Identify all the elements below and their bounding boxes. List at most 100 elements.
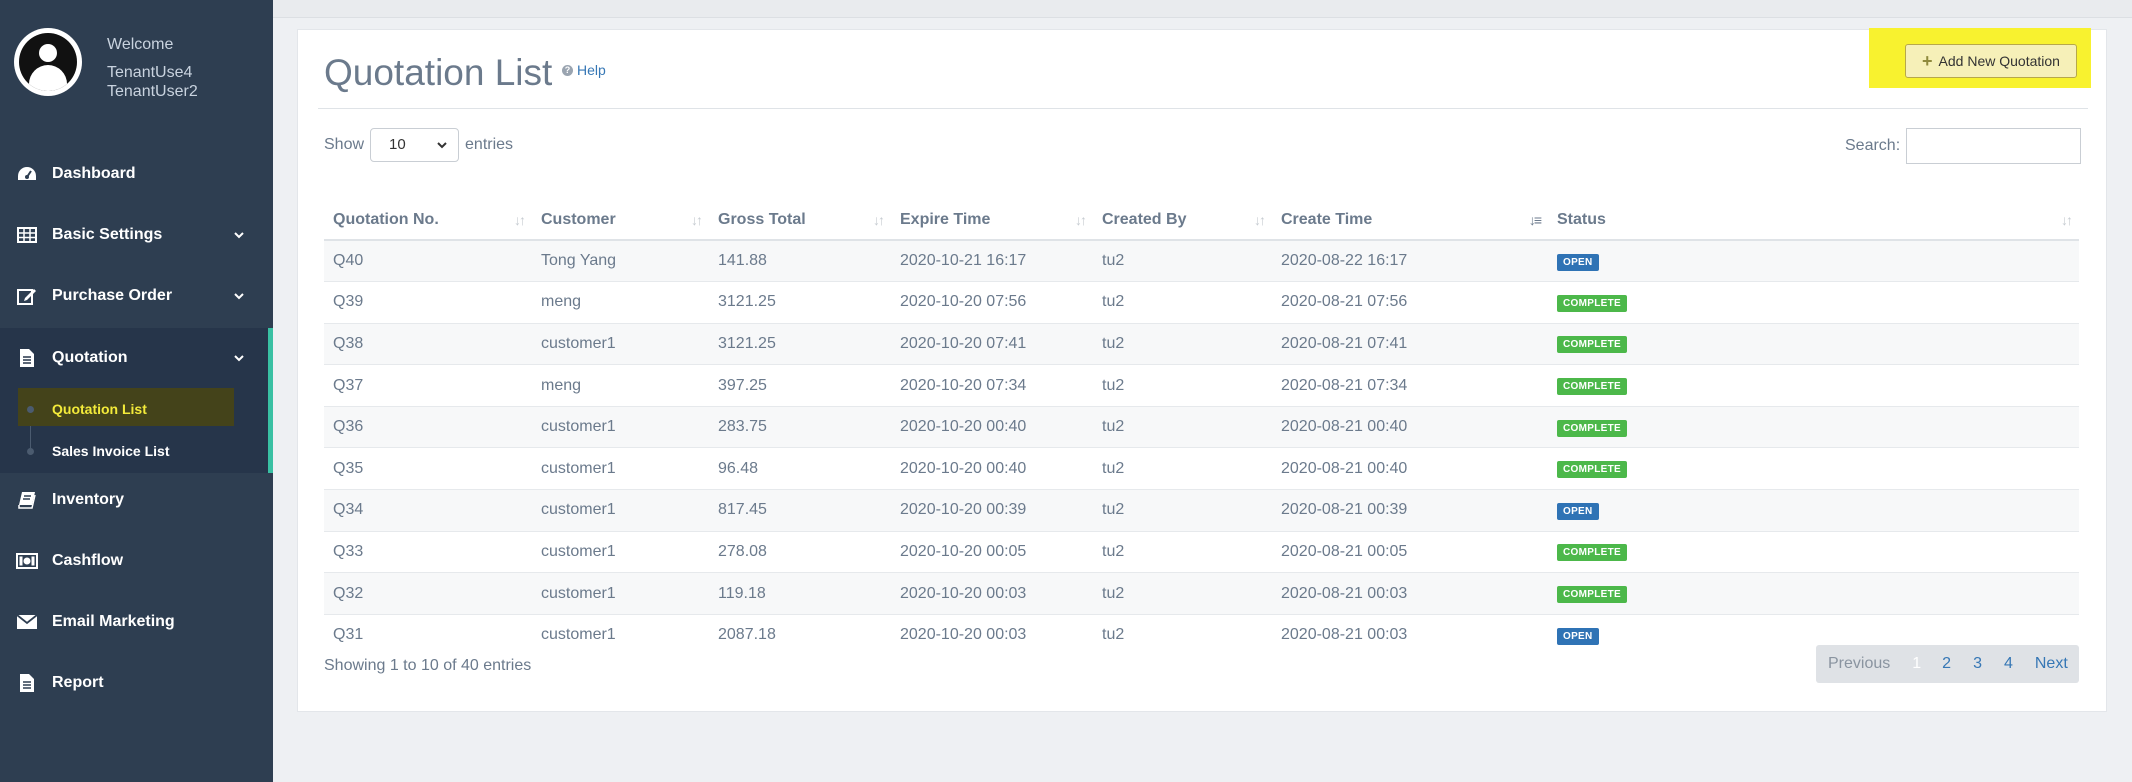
column-header-status[interactable]: Status ↓↑ <box>1548 200 2079 241</box>
sidebar-item-label: Inventory <box>52 491 125 508</box>
column-header-label: Gross Total <box>718 210 806 228</box>
status-badge: COMPLETE <box>1557 294 1627 312</box>
submenu-dot <box>27 448 34 455</box>
table-row[interactable]: Q38 customer1 3121.25 2020-10-20 07:41 tu2 20… <box>324 322 2079 365</box>
sidebar-item-quotation[interactable]: Quotation <box>0 328 273 388</box>
user-icon <box>19 33 77 91</box>
column-header-expire-time[interactable]: Expire Time ↓↑ <box>891 200 1093 241</box>
created-by-cell: tu2 <box>1093 530 1272 573</box>
sidebar-item-report[interactable]: Report <box>0 653 273 713</box>
entries-select[interactable]: 10 <box>370 128 460 162</box>
status-cell: COMPLETE <box>1548 530 2079 573</box>
main-panel: Quotation List ? Help + Add New Quotatio… <box>297 28 2107 712</box>
sort-icon: ↓↑ <box>2061 212 2073 228</box>
quotation-no-cell: Q38 <box>324 322 532 365</box>
sidebar-item-label: Report <box>52 674 104 691</box>
sidebar-item-label: Email Marketing <box>52 613 175 630</box>
customer-cell: meng <box>532 281 709 324</box>
table-row[interactable]: Q39 meng 3121.25 2020-10-20 07:56 tu2 2020-08… <box>324 281 2079 324</box>
pagination-next[interactable]: Next <box>2024 655 2079 673</box>
avatar[interactable] <box>14 28 82 96</box>
expire-time-cell: 2020-10-20 00:40 <box>891 447 1093 490</box>
sort-icon: ↓↑ <box>873 212 885 228</box>
gross-total-cell: 96.48 <box>709 447 891 490</box>
status-badge: OPEN <box>1557 502 1599 520</box>
customer-cell: Tong Yang <box>532 239 709 282</box>
create-time-cell: 2020-08-22 16:17 <box>1272 239 1548 282</box>
sidebar: Welcome TenantUse4 TenantUser2 Dashboard… <box>0 0 273 782</box>
expire-time-cell: 2020-10-20 00:39 <box>891 489 1093 532</box>
sort-icon: ↓↑ <box>1254 212 1266 228</box>
status-cell: OPEN <box>1548 239 2079 282</box>
created-by-cell: tu2 <box>1093 364 1272 407</box>
pagination-page-3[interactable]: 3 <box>1962 655 1993 673</box>
show-entries: Show 10 entries <box>324 128 513 162</box>
customer-cell: customer1 <box>532 530 709 573</box>
customer-cell: customer1 <box>532 322 709 365</box>
sidebar-sub-item-quotation-list[interactable]: Quotation List <box>52 401 147 417</box>
help-icon: ? <box>562 64 573 76</box>
status-cell: COMPLETE <box>1548 405 2079 448</box>
expire-time-cell: 2020-10-20 00:03 <box>891 572 1093 615</box>
column-header-gross-total[interactable]: Gross Total ↓↑ <box>709 200 891 241</box>
page-title: Quotation List <box>324 52 553 93</box>
expire-time-cell: 2020-10-21 16:17 <box>891 239 1093 282</box>
search-input[interactable] <box>1906 128 2082 164</box>
gross-total-cell: 283.75 <box>709 405 891 448</box>
sidebar-item-email-marketing[interactable]: Email Marketing <box>0 592 273 652</box>
expire-time-cell: 2020-10-20 00:40 <box>891 405 1093 448</box>
submenu-dot <box>27 406 34 413</box>
create-time-cell: 2020-08-21 00:05 <box>1272 530 1548 573</box>
table-row[interactable]: Q36 customer1 283.75 2020-10-20 00:40 tu2 202… <box>324 405 2079 448</box>
header-divider <box>318 108 2088 109</box>
sidebar-item-label: Purchase Order <box>52 287 173 304</box>
chevron-down-icon <box>234 293 244 300</box>
column-header-customer[interactable]: Customer ↓↑ <box>532 200 709 241</box>
table-row[interactable]: Q40 Tong Yang 141.88 2020-10-21 16:17 tu2 202… <box>324 239 2079 282</box>
quotation-no-cell: Q37 <box>324 364 532 407</box>
expire-time-cell: 2020-10-20 07:56 <box>891 281 1093 324</box>
plus-icon: + <box>1922 50 1933 71</box>
customer-cell: customer1 <box>532 489 709 532</box>
help-link[interactable]: ? Help <box>562 62 606 78</box>
pagination-page-4[interactable]: 4 <box>1993 655 2024 673</box>
table-row[interactable]: Q33 customer1 278.08 2020-10-20 00:05 tu2 202… <box>324 530 2079 573</box>
show-label: Show <box>324 136 365 153</box>
sidebar-item-dashboard[interactable]: Dashboard <box>0 144 273 204</box>
pagination-page-2[interactable]: 2 <box>1931 655 1962 673</box>
create-time-cell: 2020-08-21 00:40 <box>1272 405 1548 448</box>
pagination-previous[interactable]: Previous <box>1816 655 1902 673</box>
sidebar-item-basic-settings[interactable]: Basic Settings <box>0 205 273 265</box>
sidebar-item-purchase-order[interactable]: Purchase Order <box>0 266 273 326</box>
sort-descending-icon: ↓≡ <box>1528 212 1542 228</box>
expire-time-cell: 2020-10-20 07:34 <box>891 364 1093 407</box>
gross-total-cell: 3121.25 <box>709 322 891 365</box>
column-header-label: Created By <box>1102 210 1187 228</box>
quotation-no-cell: Q35 <box>324 447 532 490</box>
entries-select-value: 10 <box>389 136 406 153</box>
table-row[interactable]: Q32 customer1 119.18 2020-10-20 00:03 tu2 202… <box>324 572 2079 615</box>
created-by-cell: tu2 <box>1093 447 1272 490</box>
chevron-down-icon <box>234 355 244 362</box>
gross-total-cell: 119.18 <box>709 572 891 615</box>
customer-cell: customer1 <box>532 613 709 656</box>
add-new-quotation-button[interactable]: + Add New Quotation <box>1905 44 2077 78</box>
table-row[interactable]: Q35 customer1 96.48 2020-10-20 00:40 tu2 2020… <box>324 447 2079 490</box>
created-by-cell: tu2 <box>1093 281 1272 324</box>
column-header-create-time[interactable]: Create Time ↓≡ <box>1272 200 1548 241</box>
table-row[interactable]: Q37 meng 397.25 2020-10-20 07:34 tu2 2020-08-… <box>324 364 2079 407</box>
sidebar-item-cashflow[interactable]: Cashflow <box>0 531 273 591</box>
create-time-cell: 2020-08-21 07:56 <box>1272 281 1548 324</box>
entries-label: entries <box>465 136 514 153</box>
status-badge: COMPLETE <box>1557 586 1627 604</box>
table-row[interactable]: Q34 customer1 817.45 2020-10-20 00:39 tu2 202… <box>324 489 2079 532</box>
quotation-no-cell: Q31 <box>324 613 532 656</box>
pagination-page-1[interactable]: 1 <box>1902 655 1931 673</box>
chevron-down-icon <box>234 232 244 239</box>
column-header-quotation-no[interactable]: Quotation No. ↓↑ <box>324 200 532 241</box>
sort-icon: ↓↑ <box>514 212 526 228</box>
sidebar-sub-item-sales-invoice-list[interactable]: Sales Invoice List <box>52 443 170 459</box>
sidebar-item-inventory[interactable]: Inventory <box>0 470 273 530</box>
search-label: Search: <box>1845 137 1901 154</box>
column-header-created-by[interactable]: Created By ↓↑ <box>1093 200 1272 241</box>
